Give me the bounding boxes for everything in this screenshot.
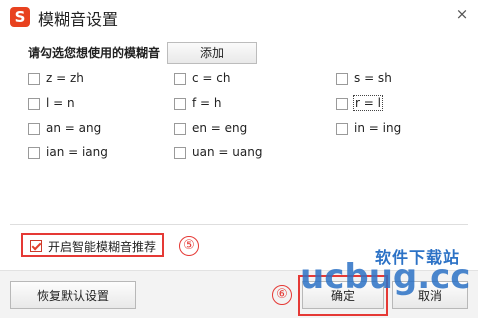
- checkbox[interactable]: [28, 147, 40, 159]
- option-label: ian = iang: [46, 145, 108, 159]
- step-marker-5: ⑤: [179, 236, 199, 256]
- highlight-box-ok: [298, 275, 388, 316]
- title-bar: S 模糊音设置 ×: [0, 0, 478, 34]
- restore-defaults-button[interactable]: 恢复默认设置: [10, 281, 136, 309]
- divider: [10, 224, 468, 225]
- checkbox[interactable]: [336, 123, 348, 135]
- option-label: c = ch: [192, 71, 231, 85]
- checkbox[interactable]: [336, 73, 348, 85]
- checkbox[interactable]: [28, 98, 40, 110]
- checkbox[interactable]: [174, 73, 186, 85]
- option-label: uan = uang: [192, 145, 263, 159]
- instruction-label: 请勾选您想使用的模糊音: [28, 46, 161, 60]
- option-label: r = l: [353, 95, 383, 111]
- sogou-logo-icon: S: [10, 7, 30, 27]
- option-label: l = n: [46, 96, 75, 110]
- option-label: f = h: [192, 96, 222, 110]
- checkbox[interactable]: [28, 123, 40, 135]
- cancel-button[interactable]: 取消: [392, 281, 468, 309]
- checkbox[interactable]: [336, 98, 348, 110]
- option-label: s = sh: [354, 71, 392, 85]
- smart-label: 开启智能模糊音推荐: [48, 240, 157, 254]
- checkbox[interactable]: [174, 147, 186, 159]
- checkbox[interactable]: [174, 123, 186, 135]
- checkbox[interactable]: [28, 73, 40, 85]
- option-label: an = ang: [46, 121, 102, 135]
- smart-checkbox[interactable]: [30, 240, 42, 252]
- option-label: z = zh: [46, 71, 84, 85]
- window-title: 模糊音设置: [38, 10, 119, 29]
- checkbox[interactable]: [174, 98, 186, 110]
- step-marker-6: ⑥: [272, 285, 292, 305]
- option-label: en = eng: [192, 121, 248, 135]
- watermark-text: 软件下载站: [375, 248, 461, 267]
- option-label: in = ing: [354, 121, 402, 135]
- close-icon[interactable]: ×: [453, 5, 471, 23]
- add-button[interactable]: 添加: [167, 42, 257, 64]
